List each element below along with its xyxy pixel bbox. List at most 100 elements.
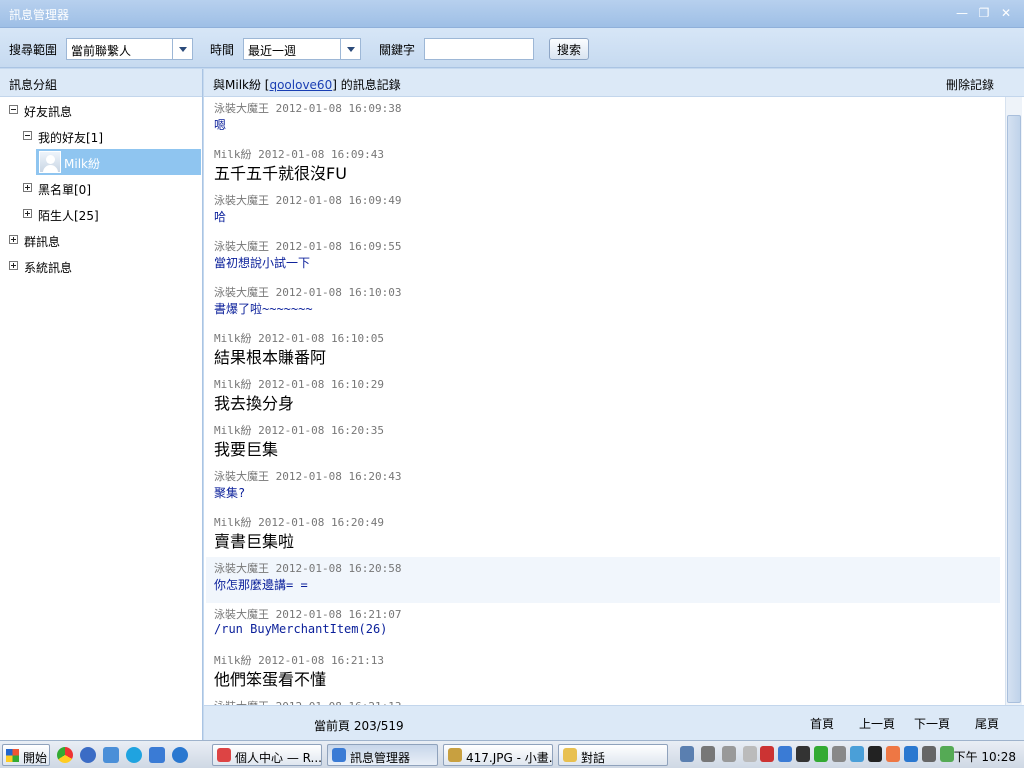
chevron-down-icon[interactable] bbox=[340, 39, 360, 59]
title-suffix: ] 的訊息記錄 bbox=[332, 78, 401, 92]
scrollbar-thumb[interactable] bbox=[1007, 115, 1021, 703]
tray-icon[interactable] bbox=[680, 746, 694, 762]
tray-icon[interactable] bbox=[886, 746, 900, 762]
message-item[interactable]: 泳裝大魔王 2012-01-08 16:09:38 嗯 bbox=[206, 97, 1000, 143]
tree-item-my-friends[interactable]: 我的好友[1] bbox=[23, 123, 199, 149]
scope-select[interactable]: 當前聯繫人 bbox=[66, 38, 193, 60]
tray-icon[interactable] bbox=[814, 746, 828, 762]
message-text: 他們笨蛋看不懂 bbox=[214, 670, 327, 689]
tree-item-system-messages[interactable]: 系統訊息 bbox=[9, 253, 199, 279]
task-label: 訊息管理器 bbox=[350, 751, 411, 765]
tray-icon[interactable] bbox=[760, 746, 774, 762]
message-list[interactable]: 泳裝大魔王 2012-01-08 16:09:38 嗯 Milk紛 2012-01-… bbox=[204, 97, 1004, 705]
tree-item-label: 黑名單[0] bbox=[38, 183, 91, 197]
message-sender: 泳裝大魔王 bbox=[214, 608, 269, 621]
keyword-input[interactable] bbox=[424, 38, 534, 60]
search-button[interactable]: 搜索 bbox=[549, 38, 589, 60]
chrome-icon[interactable] bbox=[57, 747, 73, 763]
start-label: 開始 bbox=[23, 751, 48, 765]
conversation-title: 與Milk紛 [qoolove60] 的訊息記錄 bbox=[213, 76, 401, 93]
message-text: 你怎那麼邊講= = bbox=[214, 578, 308, 592]
message-sender: 泳裝大魔王 bbox=[214, 240, 269, 253]
tree-item-group-messages[interactable]: 群訊息 bbox=[9, 227, 199, 253]
tray-icon[interactable] bbox=[832, 746, 846, 762]
app-icon[interactable] bbox=[103, 747, 119, 763]
message-text: 聚集? bbox=[214, 486, 246, 500]
message-item[interactable]: Milk紛 2012-01-08 16:10:05 結果根本賺番阿 bbox=[206, 327, 1000, 373]
tray-icon[interactable] bbox=[701, 746, 715, 762]
minimize-icon[interactable]: — bbox=[954, 5, 970, 21]
last-page-button[interactable]: 尾頁 bbox=[975, 715, 999, 732]
message-timestamp: 2012-01-08 16:09:55 bbox=[275, 240, 402, 253]
message-timestamp: 2012-01-08 16:20:43 bbox=[275, 470, 402, 483]
ie-icon[interactable] bbox=[172, 747, 188, 763]
next-page-button[interactable]: 下一頁 bbox=[914, 715, 950, 732]
task-paint[interactable]: 417.JPG - 小畫... bbox=[443, 744, 553, 766]
expand-icon[interactable] bbox=[23, 209, 32, 218]
message-text: /run BuyMerchantItem(26) bbox=[214, 622, 388, 636]
avatar bbox=[39, 151, 61, 173]
message-item[interactable]: 泳裝大魔王 2012-01-08 16:20:58 你怎那麼邊講= = bbox=[206, 557, 1000, 603]
qq-icon[interactable] bbox=[796, 746, 810, 762]
expand-icon[interactable] bbox=[23, 183, 32, 192]
task-chrome[interactable]: 個人中心 — R... bbox=[212, 744, 322, 766]
message-item[interactable]: Milk紛 2012-01-08 16:20:49 賣書巨集啦 bbox=[206, 511, 1000, 557]
expand-icon[interactable] bbox=[9, 235, 18, 244]
window-title-bar[interactable]: 訊息管理器 — ❐ ✕ bbox=[0, 0, 1024, 28]
messenger-icon[interactable] bbox=[149, 747, 165, 763]
tray-icon[interactable] bbox=[868, 746, 882, 762]
media-player-icon[interactable] bbox=[80, 747, 96, 763]
tray-icon[interactable] bbox=[940, 746, 954, 762]
collapse-icon[interactable] bbox=[9, 105, 18, 114]
contact-item-selected[interactable]: Milk紛 bbox=[36, 149, 201, 175]
message-meta: 泳裝大魔王 2012-01-08 16:21:13 bbox=[214, 698, 401, 705]
collapse-icon[interactable] bbox=[23, 131, 32, 140]
message-item[interactable]: Milk紛 2012-01-08 16:09:43 五千五千就很沒FU bbox=[206, 143, 1000, 189]
tray-icon[interactable] bbox=[743, 746, 757, 762]
message-meta: 泳裝大魔王 2012-01-08 16:09:55 bbox=[214, 238, 401, 254]
scope-label: 搜尋範圍 bbox=[9, 43, 58, 57]
tray-icon[interactable] bbox=[922, 746, 936, 762]
tree-item-strangers[interactable]: 陌生人[25] bbox=[23, 201, 199, 227]
message-item[interactable]: 泳裝大魔王 2012-01-08 16:09:49 哈 bbox=[206, 189, 1000, 235]
chrome-icon bbox=[217, 748, 231, 762]
first-page-button[interactable]: 首頁 bbox=[810, 715, 834, 732]
tree-item-friend-messages[interactable]: 好友訊息 bbox=[9, 97, 199, 123]
message-item[interactable]: 泳裝大魔王 2012-01-08 16:21:13 bbox=[206, 695, 1000, 705]
tray-icon[interactable] bbox=[778, 746, 792, 762]
start-button[interactable]: 開始 bbox=[2, 744, 50, 766]
maximize-icon[interactable]: ❐ bbox=[976, 5, 992, 21]
pagination-bar: 當前頁 203/519 首頁 上一頁 下一頁 尾頁 bbox=[204, 705, 1024, 740]
tree-item-label: 群訊息 bbox=[24, 235, 61, 249]
scrollbar[interactable] bbox=[1005, 97, 1022, 705]
chevron-down-icon[interactable] bbox=[172, 39, 192, 59]
time-select[interactable]: 最近一週 bbox=[243, 38, 361, 60]
tray-icon[interactable] bbox=[850, 746, 864, 762]
task-message-manager[interactable]: 訊息管理器 bbox=[327, 744, 438, 766]
message-item[interactable]: 泳裝大魔王 2012-01-08 16:21:07/run BuyMerchan… bbox=[206, 603, 1000, 649]
message-item[interactable]: Milk紛 2012-01-08 16:21:13 他們笨蛋看不懂 bbox=[206, 649, 1000, 695]
task-chat[interactable]: 對話 bbox=[558, 744, 668, 766]
message-item[interactable]: 泳裝大魔王 2012-01-08 16:10:03 書爆了啦~~~~~~~ bbox=[206, 281, 1000, 327]
window-controls: — ❐ ✕ bbox=[954, 5, 1014, 21]
expand-icon[interactable] bbox=[9, 261, 18, 270]
message-sender: 泳裝大魔王 bbox=[214, 470, 269, 483]
tray-icon[interactable] bbox=[722, 746, 736, 762]
message-text: 嗯 bbox=[214, 118, 227, 132]
tree-item-blacklist[interactable]: 黑名單[0] bbox=[23, 175, 199, 201]
close-icon[interactable]: ✕ bbox=[998, 5, 1014, 21]
tray-icon[interactable] bbox=[904, 746, 918, 762]
window-title: 訊息管理器 bbox=[9, 8, 70, 22]
message-item[interactable]: Milk紛 2012-01-08 16:20:35 我要巨集 bbox=[206, 419, 1000, 465]
task-label: 個人中心 — R... bbox=[235, 751, 322, 765]
tree-item-label: 系統訊息 bbox=[24, 261, 73, 275]
prev-page-button[interactable]: 上一頁 bbox=[859, 715, 895, 732]
message-item[interactable]: 泳裝大魔王 2012-01-08 16:09:55 當初想說小試一下 bbox=[206, 235, 1000, 281]
message-timestamp: 2012-01-08 16:09:49 bbox=[275, 194, 402, 207]
delete-history-button[interactable]: 刪除記錄 bbox=[946, 76, 994, 93]
message-item[interactable]: Milk紛 2012-01-08 16:10:29 我去換分身 bbox=[206, 373, 1000, 419]
contact-id-link[interactable]: qoolove60 bbox=[269, 78, 332, 92]
message-timestamp: 2012-01-08 16:10:03 bbox=[275, 286, 402, 299]
skype-icon[interactable] bbox=[126, 747, 142, 763]
message-item[interactable]: 泳裝大魔王 2012-01-08 16:20:43 聚集? bbox=[206, 465, 1000, 511]
